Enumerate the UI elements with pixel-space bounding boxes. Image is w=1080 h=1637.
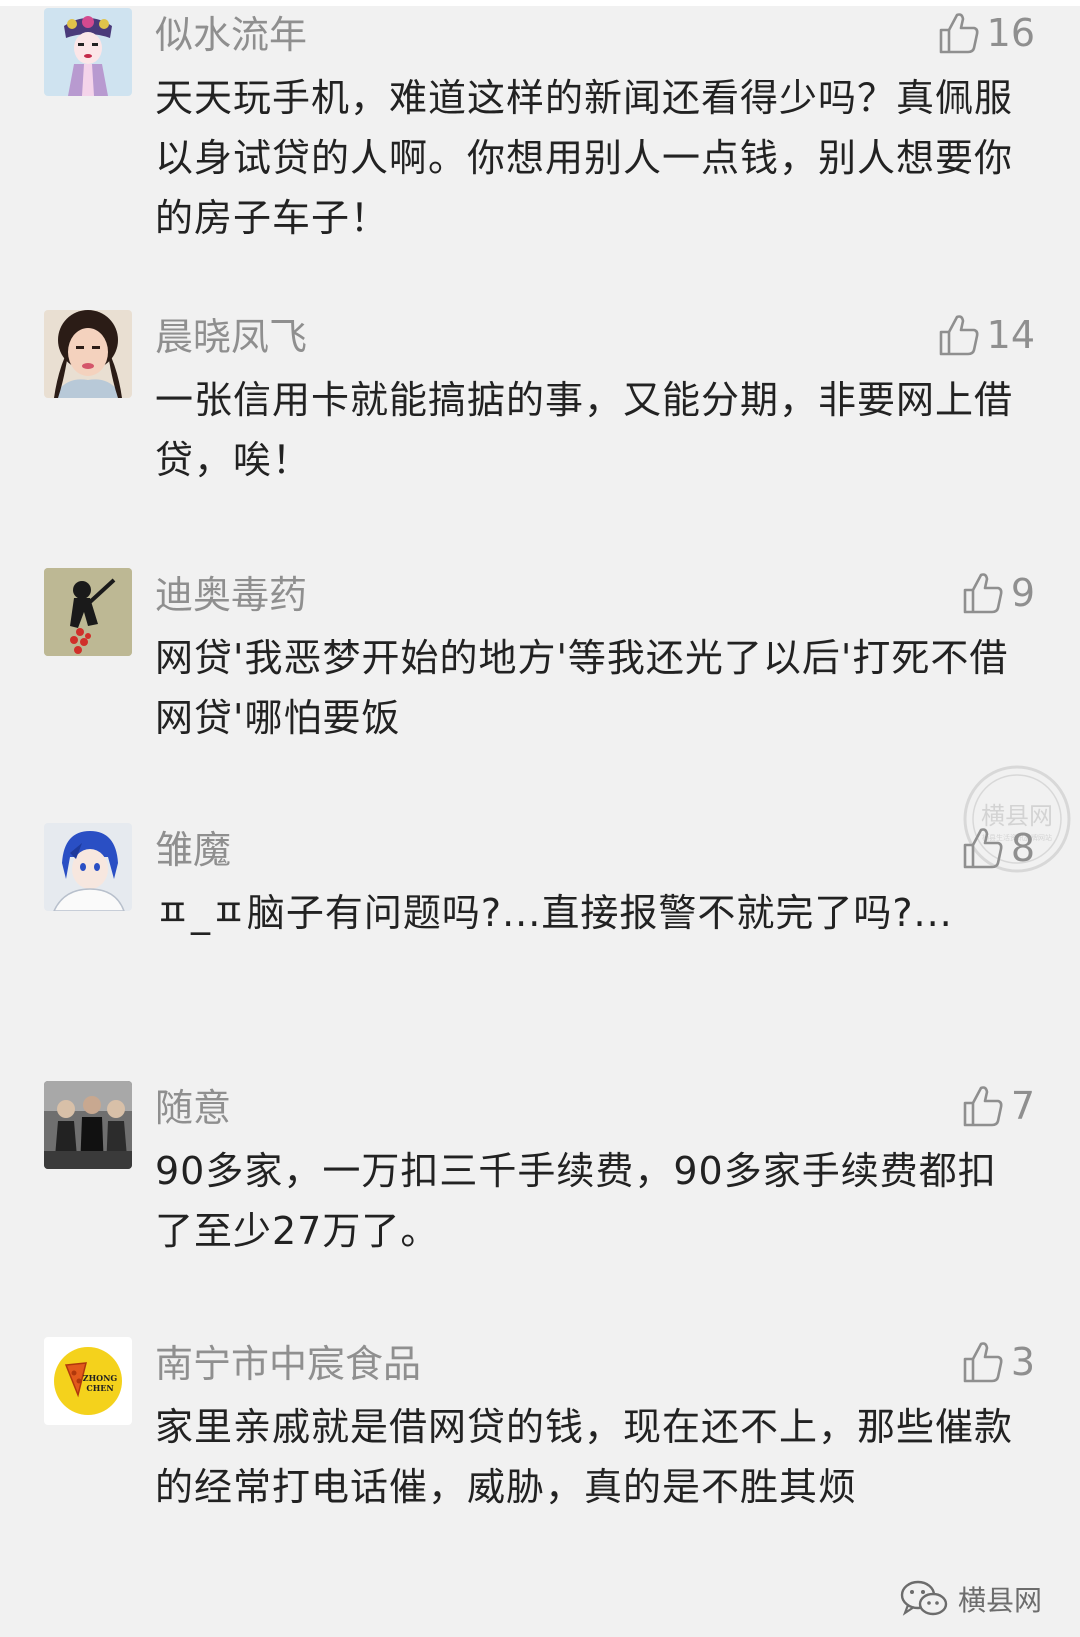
- watermark-seal: 横县网 横县生活资讯品牌网站: [960, 762, 1075, 877]
- like-count: 16: [986, 11, 1035, 55]
- comment-text: ㅍ_ㅍ脑子有问题吗?...直接报警不就完了吗?...: [155, 891, 953, 935]
- like-button[interactable]: 9: [961, 568, 1035, 618]
- like-count: 3: [1010, 1340, 1035, 1384]
- top-strip: [0, 0, 1080, 6]
- like-count: 9: [1010, 571, 1035, 615]
- comment-text: 网贷'我恶梦开始的地方'等我还光了以后'打死不借网贷'哪怕要饭: [155, 636, 1009, 740]
- like-button[interactable]: 3: [961, 1337, 1035, 1387]
- account-brand: 横县网: [900, 1579, 1042, 1619]
- wechat-icon: [900, 1580, 948, 1616]
- svg-text:横县生活资讯品牌网站: 横县生活资讯品牌网站: [982, 833, 1052, 842]
- avatar[interactable]: [44, 310, 132, 398]
- thumbs-up-icon: [963, 1342, 1003, 1383]
- comment-author[interactable]: 随意: [155, 1083, 231, 1133]
- avatar[interactable]: [44, 823, 132, 911]
- logo-text: ZHONG: [83, 1373, 118, 1383]
- like-count: 7: [1010, 1084, 1035, 1128]
- avatar[interactable]: [44, 1081, 132, 1169]
- like-count: 14: [986, 313, 1035, 357]
- avatar[interactable]: ZHONG CHEN: [44, 1337, 132, 1425]
- thumbs-up-icon: [963, 1086, 1003, 1127]
- comment-author[interactable]: 南宁市中宸食品: [155, 1339, 421, 1389]
- comment-author[interactable]: 迪奥毒药: [155, 570, 307, 620]
- comment-text: 家里亲戚就是借网贷的钱，现在还不上，那些催款的经常打电话催，威胁，真的是不胜其烦: [155, 1405, 1014, 1509]
- avatar[interactable]: [44, 568, 132, 656]
- svg-text:横县网: 横县网: [981, 802, 1053, 830]
- svg-text:CHEN: CHEN: [86, 1383, 113, 1393]
- comment-text: 天天玩手机，难道这样的新闻还看得少吗？真佩服以身试贷的人啊。你想用别人一点钱，别…: [155, 76, 1014, 240]
- comment-author[interactable]: 晨晓凤飞: [155, 312, 307, 362]
- thumbs-up-icon: [939, 315, 979, 356]
- brand-label: 横县网: [957, 1584, 1042, 1617]
- like-button[interactable]: 16: [937, 8, 1035, 58]
- like-button[interactable]: 7: [961, 1081, 1035, 1131]
- comment-text: 一张信用卡就能搞掂的事，又能分期，非要网上借贷，唉！: [155, 378, 1014, 482]
- avatar[interactable]: [44, 8, 132, 96]
- thumbs-up-icon: [963, 573, 1003, 614]
- comment-text: 90多家，一万扣三千手续费，90多家手续费都扣了至少27万了。: [155, 1149, 997, 1253]
- comment-author[interactable]: 雏魔: [155, 825, 231, 875]
- thumbs-up-icon: [939, 13, 979, 54]
- comment-author[interactable]: 似水流年: [155, 10, 307, 60]
- like-button[interactable]: 14: [937, 310, 1035, 360]
